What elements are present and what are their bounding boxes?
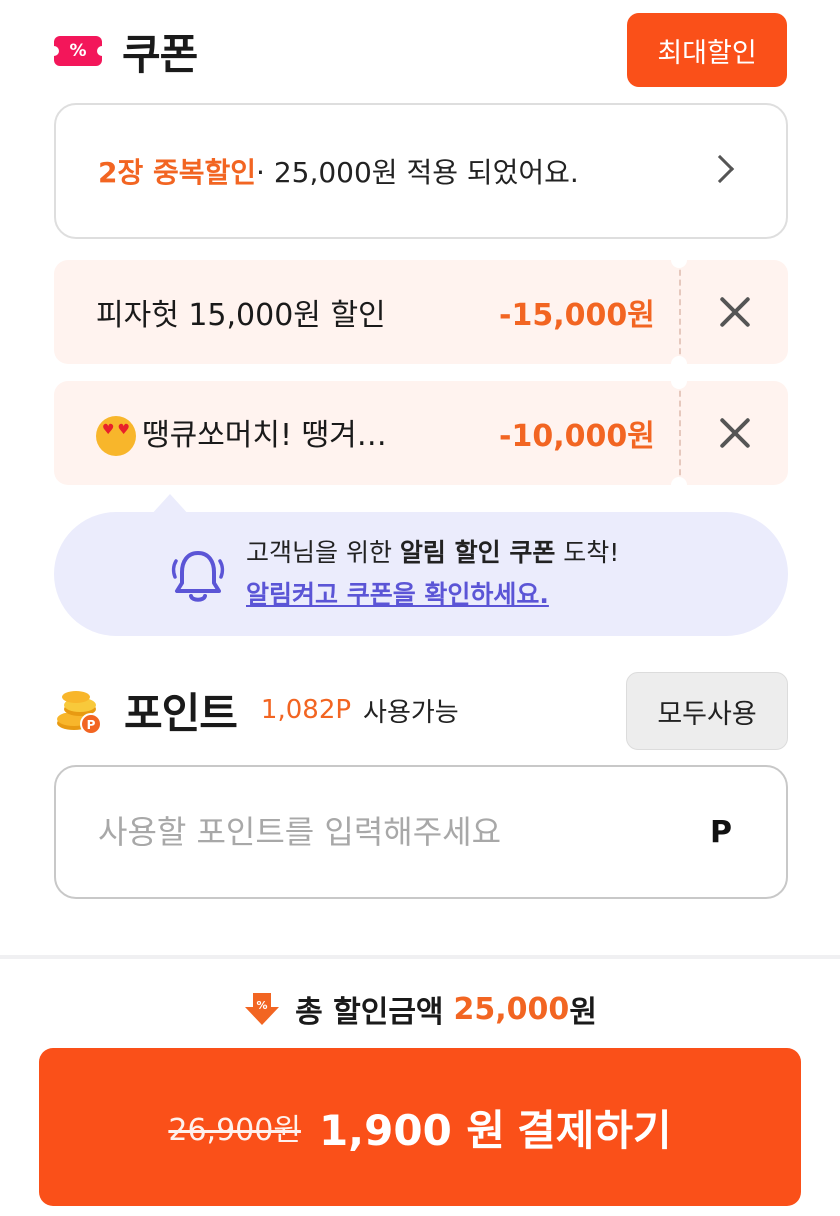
coupon-item-name: 땡큐쏘머치! 땡겨… (142, 417, 387, 453)
heart-eyes-emoji-icon (96, 416, 136, 457)
coupon-item: 피자헛 15,000원 할인 -15,000원 (54, 252, 788, 372)
point-available-amount: 1,082P (260, 695, 352, 725)
ticket-notch (671, 477, 687, 493)
coin-stack-icon: P (57, 691, 102, 735)
pay-label: 결제하기 (517, 1105, 672, 1155)
total-discount-unit: 원 (569, 995, 597, 1030)
max-discount-button[interactable]: 최대할인 (627, 13, 787, 87)
pay-button[interactable]: 26,900원 1,900 원 결제하기 (39, 1048, 801, 1206)
ticket-notch (671, 252, 687, 268)
coupon-item-amount: -15,000원 (499, 298, 655, 333)
coupon-item-main: 피자헛 15,000원 할인 -15,000원 (54, 260, 679, 364)
close-icon (718, 295, 752, 329)
notice-line: 고객님을 위한 알림 할인 쿠폰 도착! (246, 532, 619, 574)
chevron-right-icon (705, 154, 735, 184)
coupon-item-name: 피자헛 15,000원 할인 (96, 298, 386, 333)
total-discount-label: 총 할인금액 (295, 995, 444, 1030)
svg-text:%: % (257, 999, 268, 1012)
use-all-points-button[interactable]: 모두사용 (626, 672, 788, 750)
final-price: 1,900 원 (318, 1105, 506, 1155)
coupon-item: 땡큐쏘머치! 땡겨… -10,000원 (54, 373, 788, 493)
applied-highlight: 2장 중복할인 (98, 156, 257, 189)
coupon-section-header: % 쿠폰 (49, 14, 198, 88)
svg-text:P: P (87, 718, 96, 732)
notice-prefix: 고객님을 위한 (246, 538, 400, 567)
applied-coupon-summary[interactable]: 2장 중복할인 · 25,000원 적용 되었어요. (54, 103, 788, 239)
ticket-notch (671, 373, 687, 389)
notice-enable-link[interactable]: 알림켜고 쿠폰을 확인하세요. (246, 574, 619, 616)
coupon-remove-button[interactable] (679, 260, 788, 364)
ticket-notch (671, 356, 687, 372)
notification-coupon-notice[interactable]: 고객님을 위한 알림 할인 쿠폰 도착! 알림켜고 쿠폰을 확인하세요. (54, 512, 788, 636)
point-title: 포인트 (124, 688, 238, 738)
point-input-container: P (54, 765, 788, 899)
section-divider (0, 955, 840, 959)
total-discount-amount: 25,000 (453, 991, 570, 1027)
coupon-title: 쿠폰 (122, 29, 198, 79)
close-icon (718, 416, 752, 450)
coupon-item-main: 땡큐쏘머치! 땡겨… -10,000원 (54, 381, 679, 485)
notice-suffix: 도착! (555, 538, 620, 567)
coupon-remove-button[interactable] (679, 381, 788, 485)
total-discount-summary: % 총 할인금액 25,000 원 (0, 985, 840, 1033)
coupon-item-name-wrap: 땡큐쏘머치! 땡겨… (96, 410, 499, 457)
point-unit: P (710, 814, 732, 850)
notice-text: 고객님을 위한 알림 할인 쿠폰 도착! 알림켜고 쿠폰을 확인하세요. (246, 532, 619, 616)
point-available-label: 사용가능 (363, 697, 459, 728)
bell-icon (171, 551, 225, 602)
discount-arrow-icon: % (245, 993, 280, 1025)
coupon-item-amount: -10,000원 (499, 419, 655, 454)
point-input[interactable] (98, 813, 710, 851)
original-price: 26,900원 (168, 1113, 301, 1148)
applied-description: · 25,000원 적용 되었어요. (256, 156, 579, 189)
notice-bold-text: 알림 할인 쿠폰 (399, 538, 556, 567)
coupon-ticket-icon: % (49, 36, 107, 66)
point-section-header: P 포인트 1,082P 사용가능 (54, 672, 459, 748)
coupon-icon-text: % (69, 41, 87, 61)
